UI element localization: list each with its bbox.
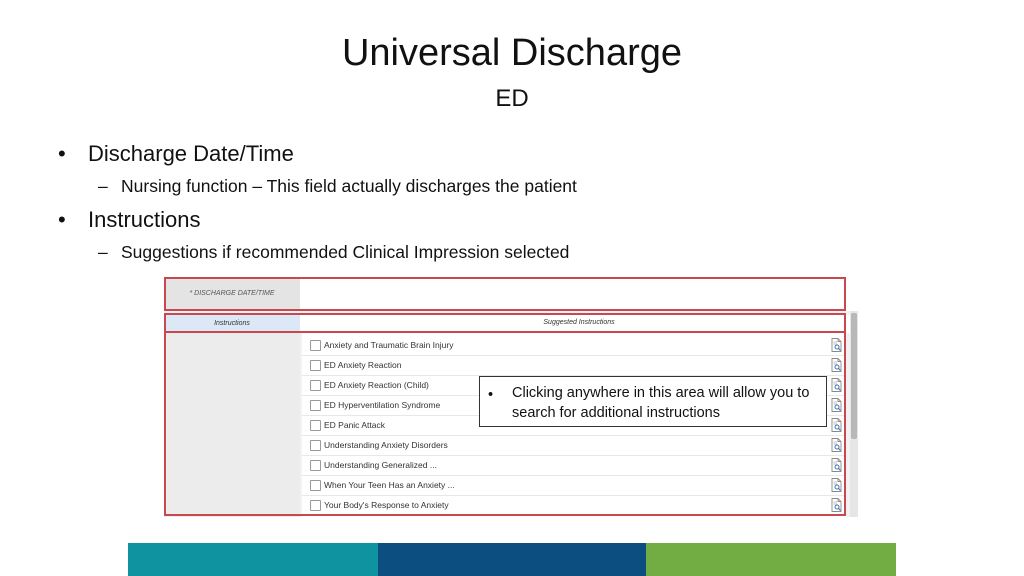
document-search-icon[interactable] xyxy=(831,478,842,492)
callout-bullet: • xyxy=(488,387,494,403)
footer-bar-navy xyxy=(378,543,646,576)
instruction-checkbox[interactable] xyxy=(310,400,321,411)
document-search-icon[interactable] xyxy=(831,378,842,392)
instruction-label: ED Hyperventilation Syndrome xyxy=(324,400,441,410)
sub-bullet-text: Nursing function – This field actually d… xyxy=(121,176,577,196)
list-scrollbar[interactable] xyxy=(850,311,858,517)
instruction-row[interactable]: Understanding Anxiety Disorders xyxy=(302,436,846,456)
footer-bar-teal xyxy=(128,543,378,576)
instruction-row[interactable]: When Your Teen Has an Anxiety ... xyxy=(302,476,846,496)
bullet-list: • Discharge Date/Time – Nursing function… xyxy=(58,140,758,272)
document-search-icon[interactable] xyxy=(831,398,842,412)
instruction-row[interactable]: Anxiety and Traumatic Brain Injury xyxy=(302,336,846,356)
suggested-instructions-header: Suggested Instructions xyxy=(300,315,858,333)
instruction-checkbox[interactable] xyxy=(310,360,321,371)
bullet-instructions: • Instructions xyxy=(58,206,758,234)
instruction-label: ED Panic Attack xyxy=(324,420,385,430)
tab-instructions[interactable]: Instructions xyxy=(164,315,300,333)
document-search-icon[interactable] xyxy=(831,498,842,512)
bullet-discharge-date: • Discharge Date/Time xyxy=(58,140,758,168)
instruction-label: ED Anxiety Reaction (Child) xyxy=(324,380,429,390)
document-search-icon[interactable] xyxy=(831,418,842,432)
discharge-date-field[interactable] xyxy=(300,277,858,311)
bullet-dot: • xyxy=(58,207,66,232)
sub-bullet-text: Suggestions if recommended Clinical Impr… xyxy=(121,242,570,262)
document-search-icon[interactable] xyxy=(831,338,842,352)
instruction-checkbox[interactable] xyxy=(310,500,321,511)
instruction-label: Understanding Generalized ... xyxy=(324,460,437,470)
sub-bullet-nursing: – Nursing function – This field actually… xyxy=(58,174,758,198)
instruction-label: Understanding Anxiety Disorders xyxy=(324,440,448,450)
instruction-checkbox[interactable] xyxy=(310,380,321,391)
bullet-text: Discharge Date/Time xyxy=(88,141,294,166)
instruction-checkbox[interactable] xyxy=(310,420,321,431)
document-search-icon[interactable] xyxy=(831,438,842,452)
instructions-side-column xyxy=(164,333,300,517)
footer-bar-green xyxy=(646,543,896,576)
instruction-row[interactable]: ED Anxiety Reaction xyxy=(302,356,846,376)
instruction-row[interactable]: Understanding Generalized ... xyxy=(302,456,846,476)
bullet-dot: • xyxy=(58,141,66,166)
instruction-label: ED Anxiety Reaction xyxy=(324,360,402,370)
instruction-checkbox[interactable] xyxy=(310,480,321,491)
instructions-header-row: Instructions Suggested Instructions xyxy=(164,315,858,333)
sub-bullet-dash: – xyxy=(98,176,108,196)
instruction-label: When Your Teen Has an Anxiety ... xyxy=(324,480,455,490)
bullet-text: Instructions xyxy=(88,207,201,232)
search-instructions-callout: • Clicking anywhere in this area will al… xyxy=(479,376,827,427)
instruction-label: Anxiety and Traumatic Brain Injury xyxy=(324,340,454,350)
document-search-icon[interactable] xyxy=(831,358,842,372)
sub-bullet-suggestions: – Suggestions if recommended Clinical Im… xyxy=(58,240,758,264)
discharge-date-label: * DISCHARGE DATE/TIME xyxy=(164,277,300,311)
instruction-checkbox[interactable] xyxy=(310,460,321,471)
sub-bullet-dash: – xyxy=(98,242,108,262)
slide-subtitle: ED xyxy=(495,85,529,112)
scrollbar-thumb[interactable] xyxy=(851,313,857,439)
instruction-checkbox[interactable] xyxy=(310,440,321,451)
instruction-checkbox[interactable] xyxy=(310,340,321,351)
document-search-icon[interactable] xyxy=(831,458,842,472)
instruction-row[interactable]: Your Body's Response to Anxiety xyxy=(302,496,846,516)
slide-title: Universal Discharge xyxy=(341,32,682,74)
instruction-label: Your Body's Response to Anxiety xyxy=(324,500,449,510)
discharge-date-row: * DISCHARGE DATE/TIME xyxy=(164,277,858,311)
callout-text: Clicking anywhere in this area will allo… xyxy=(512,385,810,421)
